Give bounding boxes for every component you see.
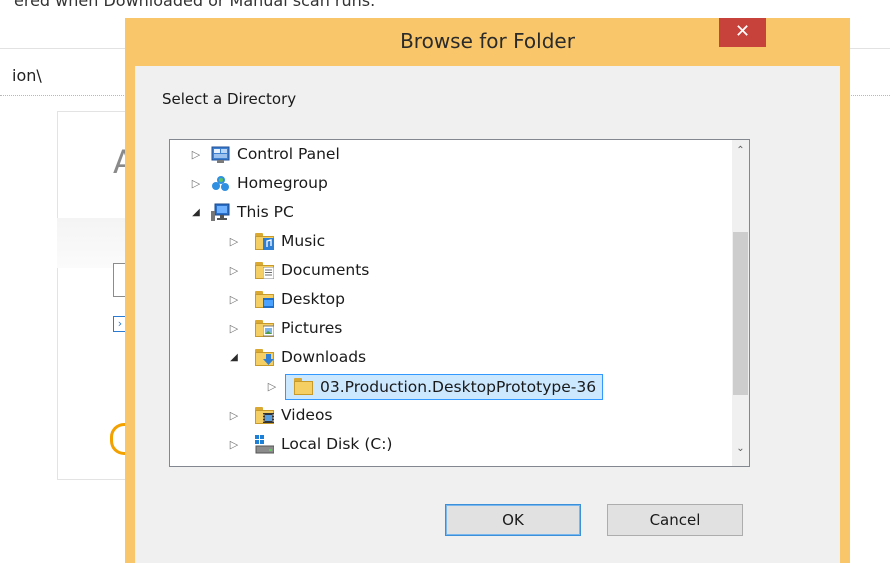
- collapse-arrow-icon[interactable]: ◢: [190, 198, 202, 227]
- background-description-text: ered when Downloaded or Manual scan runs…: [14, 0, 376, 10]
- scroll-up-icon[interactable]: ⌃: [732, 142, 749, 159]
- expand-arrow-icon[interactable]: ▷: [190, 140, 202, 169]
- browse-for-folder-dialog: Browse for Folder ✕ Select a Directory ▷…: [125, 18, 850, 563]
- videos-folder-icon: [255, 407, 274, 424]
- tree-item-documents[interactable]: ▷ Documents: [170, 256, 710, 285]
- documents-folder-icon: [255, 262, 274, 279]
- tree-item-label: 03.Production.DesktopPrototype-36: [285, 374, 604, 400]
- desktop-folder-icon: [255, 291, 274, 308]
- homegroup-icon: [211, 174, 230, 193]
- ok-button[interactable]: OK: [445, 504, 581, 536]
- tree-item-label: Documents: [281, 261, 370, 279]
- music-folder-icon: [255, 233, 274, 250]
- tree-item-desktop[interactable]: ▷ Desktop: [170, 285, 710, 314]
- tree-item-label: Homegroup: [237, 174, 328, 192]
- close-icon: ✕: [734, 21, 751, 42]
- directory-prompt: Select a Directory: [162, 90, 297, 108]
- downloads-folder-icon: [255, 349, 274, 366]
- tree-item-pictures[interactable]: ▷ Pictures: [170, 314, 710, 343]
- expand-arrow-icon[interactable]: ▷: [228, 227, 240, 256]
- tree-item-label: Music: [281, 232, 326, 250]
- scroll-down-icon[interactable]: ⌄: [732, 440, 749, 457]
- tree-item-label: Pictures: [281, 319, 343, 337]
- tree-item-label: Local Disk (C:): [281, 435, 393, 453]
- tree-item-label: This PC: [237, 203, 294, 221]
- background-path-text: ion\: [12, 66, 42, 85]
- tree-scrollbar[interactable]: ⌃ ⌄: [732, 140, 749, 466]
- expand-arrow-icon[interactable]: ▷: [228, 430, 240, 459]
- tree-item-videos[interactable]: ▷ Videos: [170, 401, 710, 430]
- dialog-titlebar[interactable]: Browse for Folder ✕: [125, 18, 850, 66]
- pictures-folder-icon: [255, 320, 274, 337]
- tree-item-label: Control Panel: [237, 145, 340, 163]
- computer-icon: [211, 203, 230, 222]
- collapse-arrow-icon[interactable]: ◢: [228, 343, 240, 372]
- dialog-body: Select a Directory ▷ Control Panel ▷ Hom…: [135, 66, 840, 563]
- tree-item-local-disk[interactable]: ▷ Local Disk (C:): [170, 430, 710, 459]
- expand-arrow-icon[interactable]: ▷: [228, 285, 240, 314]
- scrollbar-thumb[interactable]: [733, 232, 748, 395]
- expand-arrow-icon[interactable]: ▷: [228, 314, 240, 343]
- tree-item-label: Downloads: [281, 348, 367, 366]
- tree-item-this-pc[interactable]: ◢ This PC: [170, 198, 710, 227]
- control-panel-icon: [211, 145, 230, 164]
- folder-icon: [294, 378, 313, 395]
- cancel-button[interactable]: Cancel: [607, 504, 743, 536]
- expand-arrow-icon[interactable]: ▷: [228, 401, 240, 430]
- tree-item-label: Videos: [281, 406, 333, 424]
- tree-item-homegroup[interactable]: ▷ Homegroup: [170, 169, 710, 198]
- expand-arrow-icon[interactable]: ▷: [266, 372, 278, 401]
- tree-item-downloads[interactable]: ◢ Downloads: [170, 343, 710, 372]
- folder-tree[interactable]: ▷ Control Panel ▷ Homegroup ◢ This PC ▷ …: [169, 139, 750, 467]
- tree-item-control-panel[interactable]: ▷ Control Panel: [170, 140, 710, 169]
- tree-item-music[interactable]: ▷ Music: [170, 227, 710, 256]
- tree-item-label: Desktop: [281, 290, 345, 308]
- tree-item-selected-folder[interactable]: ▷ 03.Production.DesktopPrototype-36: [170, 372, 710, 401]
- expand-arrow-icon[interactable]: ▷: [190, 169, 202, 198]
- local-disk-icon: [255, 435, 275, 454]
- close-button[interactable]: ✕: [719, 18, 766, 47]
- expand-arrow-icon[interactable]: ▷: [228, 256, 240, 285]
